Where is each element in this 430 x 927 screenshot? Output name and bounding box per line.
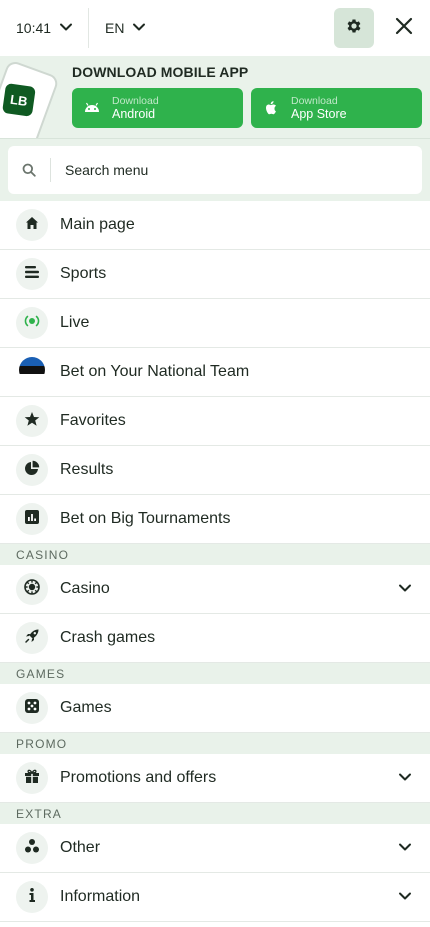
search-input[interactable] [51,162,351,178]
menu-item-national-team[interactable]: Bet on Your National Team [0,348,430,397]
search-icon [8,163,50,177]
menu-item-label: Bet on Your National Team [60,363,250,380]
menu-item-live[interactable]: Live [0,299,430,348]
menu-item-label: Sports [60,265,107,282]
close-icon [395,17,413,40]
three-dots-cluster-icon [24,838,40,859]
menu-item-other[interactable]: Other [0,824,430,873]
phone-illustration: LB [0,59,61,138]
apple-icon [263,100,279,116]
home-icon [25,216,39,235]
app-store-button-label: App Store [291,107,347,121]
gift-icon [24,768,40,789]
time-value: 10:41 [16,20,52,36]
menu-item-label: Main page [60,216,135,233]
close-button[interactable] [384,8,424,48]
menu-item-label: Crash games [60,629,156,646]
menu-item-promotions[interactable]: Promotions and offers [0,754,430,803]
menu-item-label: Games [60,699,112,716]
brand-logo: LB [2,82,36,117]
rocket-icon [24,628,40,649]
gear-icon [345,17,363,40]
chevron-down-icon[interactable] [398,889,412,908]
estonia-flag-icon [19,356,45,388]
menu-item-results[interactable]: Results [0,446,430,495]
section-header-extra: EXTRA [0,803,430,824]
language-selector[interactable]: EN [89,0,146,56]
menu-item-label: Favorites [60,412,126,429]
android-button-label: Android [112,107,156,121]
section-header-casino: CASINO [0,544,430,565]
menu-item-games[interactable]: Games [0,684,430,733]
menu-item-label: Bet on Big Tournaments [60,510,231,527]
menu-item-label: Live [60,314,90,331]
download-android-button[interactable]: Download Android [72,88,243,128]
search-area [0,138,430,201]
banner-title: DOWNLOAD MOBILE APP [72,64,249,80]
star-icon [24,411,40,432]
chevron-down-icon[interactable] [398,770,412,789]
chevron-down-icon [132,20,146,37]
menu-item-sports[interactable]: Sports [0,250,430,299]
download-app-store-button[interactable]: Download App Store [251,88,422,128]
section-header-games: GAMES [0,663,430,684]
download-app-banner: LB DOWNLOAD MOBILE APP Download Android … [0,56,430,138]
info-icon [24,887,40,908]
time-selector[interactable]: 10:41 [0,0,88,56]
chevron-down-icon [59,20,73,37]
language-value: EN [105,20,125,36]
menu-item-crash-games[interactable]: Crash games [0,614,430,663]
sports-lines-icon [24,265,40,284]
casino-chip-icon [24,578,40,600]
menu-item-information[interactable]: Information [0,873,430,922]
menu-item-label: Casino [60,580,110,597]
chevron-down-icon[interactable] [398,840,412,859]
menu-item-label: Promotions and offers [60,769,217,786]
menu-item-casino[interactable]: Casino [0,565,430,614]
menu-item-favorites[interactable]: Favorites [0,397,430,446]
live-broadcast-icon [23,314,41,333]
pie-chart-icon [24,460,40,481]
menu-item-label: Results [60,461,114,478]
search-box [8,146,422,194]
chevron-down-icon[interactable] [398,581,412,600]
section-header-promo: PROMO [0,733,430,754]
settings-button[interactable] [334,8,374,48]
top-bar: 10:41 EN [0,0,430,56]
bar-chart-icon [24,509,40,530]
menu-item-label: Information [60,888,141,905]
android-icon [84,100,100,116]
dice-icon [24,698,40,719]
menu-item-big-tournaments[interactable]: Bet on Big Tournaments [0,495,430,544]
menu-item-label: Other [60,839,101,856]
menu-item-main-page[interactable]: Main page [0,201,430,250]
